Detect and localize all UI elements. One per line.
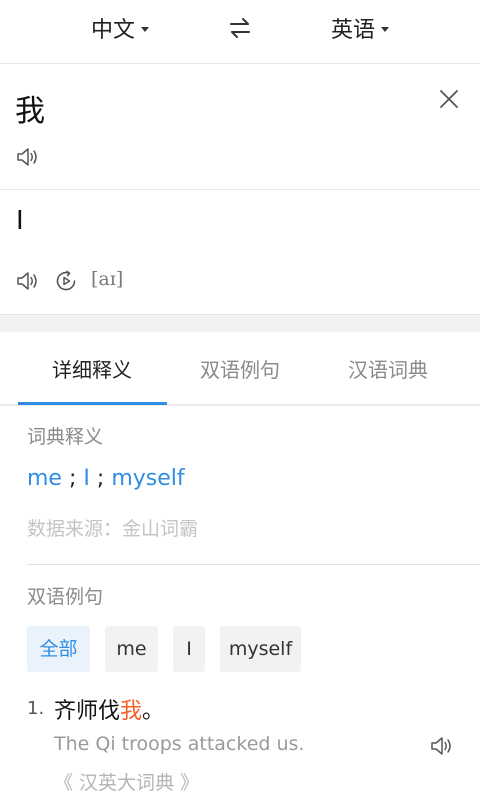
definition-link[interactable]: I [83, 466, 90, 491]
filter-chip-myself[interactable]: myself [220, 626, 301, 672]
dropdown-caret-icon [141, 26, 150, 32]
definition-separator: ; [96, 466, 105, 491]
source-speaker-icon[interactable] [16, 146, 40, 168]
language-bar: 中文 英语 [0, 0, 480, 64]
active-tab-indicator [18, 402, 167, 405]
source-text[interactable]: 我 [15, 86, 45, 130]
example-english-sentence: The Qi troops attacked us. [54, 733, 305, 755]
source-input-area[interactable]: 我 [0, 64, 480, 190]
phonetic-transcription: [aɪ] [91, 268, 124, 290]
data-source-note: 数据来源：金山词霸 [27, 518, 199, 540]
example-speaker-icon[interactable] [430, 735, 454, 757]
translation-speaker-icon[interactable] [16, 270, 40, 292]
divider [27, 564, 480, 565]
examples-section-title: 双语例句 [27, 586, 104, 608]
definitions-list: me ; I ; myself [27, 466, 185, 491]
definition-link[interactable]: me [27, 466, 62, 491]
translation-result: I [0, 190, 480, 314]
tab-bar: 详细释义 双语例句 汉语词典 [0, 332, 480, 406]
tab-detailed-definitions[interactable]: 详细释义 [52, 354, 132, 383]
example-highlighted-word: 我 [120, 699, 143, 724]
example-chinese-part: 齐师伐 [54, 699, 121, 724]
tab-bilingual-examples[interactable]: 双语例句 [200, 354, 280, 383]
dropdown-caret-icon [381, 26, 390, 32]
target-language-label: 英语 [331, 18, 376, 43]
section-separator [0, 314, 480, 332]
definition-link[interactable]: myself [111, 466, 184, 491]
swap-languages-icon[interactable] [228, 16, 252, 40]
definition-separator: ; [68, 466, 77, 491]
filter-chip-all[interactable]: 全部 [27, 626, 90, 672]
example-chinese-sentence: 齐师伐我。 [54, 693, 164, 725]
source-language-selector[interactable]: 中文 [91, 12, 150, 44]
example-source: 《 汉英大词典 》 [54, 772, 200, 794]
clear-input-icon[interactable] [438, 88, 460, 110]
example-chinese-part: 。 [142, 699, 165, 724]
filter-chip-me[interactable]: me [105, 626, 158, 672]
slow-replay-icon[interactable] [54, 269, 78, 293]
filter-chip-i[interactable]: I [173, 626, 205, 672]
translation-text: I [16, 206, 24, 236]
target-language-selector[interactable]: 英语 [331, 12, 390, 44]
source-language-label: 中文 [91, 18, 136, 43]
dictionary-section-title: 词典释义 [27, 426, 104, 448]
example-number: 1. [27, 698, 45, 719]
tab-chinese-dictionary[interactable]: 汉语词典 [348, 354, 428, 383]
